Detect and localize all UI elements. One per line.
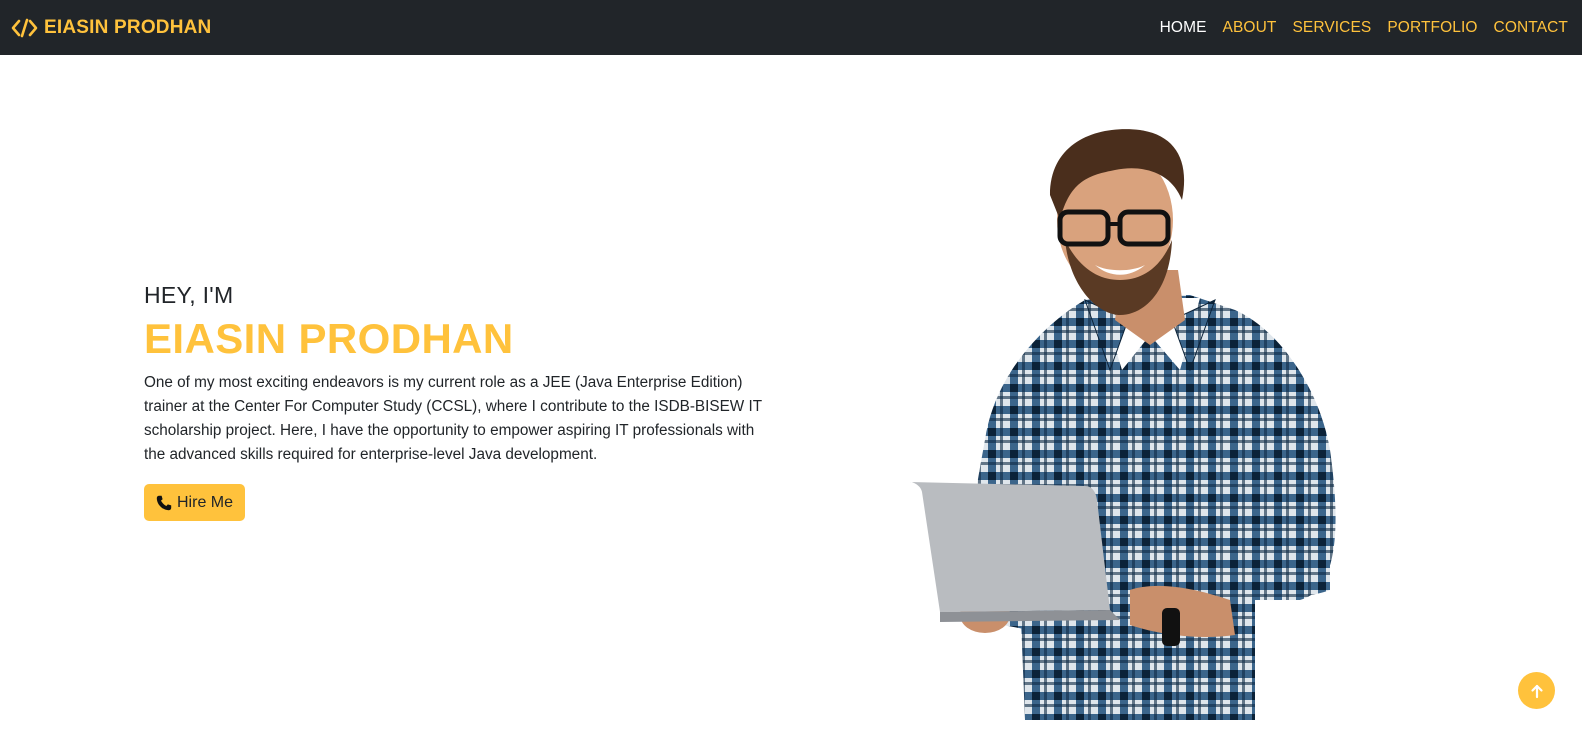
code-icon bbox=[11, 18, 38, 37]
man-with-laptop-photo bbox=[910, 129, 1336, 720]
nav-portfolio[interactable]: PORTFOLIO bbox=[1387, 19, 1477, 36]
brand-name: EIASIN PRODHAN bbox=[44, 16, 212, 38]
scroll-to-top-button[interactable] bbox=[1518, 672, 1555, 709]
arrow-up-icon bbox=[1530, 684, 1543, 698]
phone-icon bbox=[156, 495, 172, 510]
nav-menu: HOME ABOUT SERVICES PORTFOLIO CONTACT bbox=[1160, 19, 1568, 37]
nav-about[interactable]: ABOUT bbox=[1223, 19, 1277, 36]
nav-home[interactable]: HOME bbox=[1160, 19, 1207, 36]
hire-me-label: Hire Me bbox=[177, 493, 234, 511]
nav-services[interactable]: SERVICES bbox=[1292, 19, 1371, 36]
nav-contact[interactable]: CONTACT bbox=[1494, 19, 1568, 36]
hire-me-button[interactable]: Hire Me bbox=[144, 484, 246, 522]
hero-description: One of my most exciting endeavors is my … bbox=[144, 374, 762, 464]
hero-section: HEY, I'M EIASIN PRODHAN One of my most e… bbox=[144, 282, 784, 522]
navbar: EIASIN PRODHAN HOME ABOUT SERVICES PORTF… bbox=[0, 0, 1582, 55]
brand-link[interactable]: EIASIN PRODHAN bbox=[11, 17, 211, 39]
hero-name: EIASIN PRODHAN bbox=[144, 315, 514, 362]
hero-greeting: HEY, I'M bbox=[144, 282, 234, 308]
